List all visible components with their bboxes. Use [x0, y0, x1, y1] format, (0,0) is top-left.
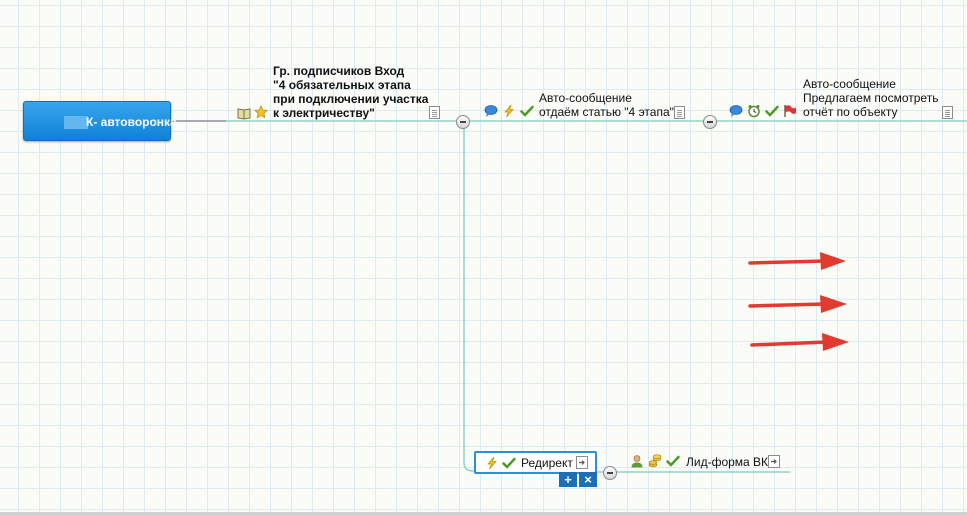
- lightning-icon: [504, 104, 514, 118]
- node-redirect[interactable]: Редирект: [474, 451, 597, 474]
- red-arrow: [750, 333, 849, 351]
- coins-icon: [648, 454, 662, 468]
- checkmark-icon: [666, 455, 680, 467]
- note-icon[interactable]: [674, 106, 685, 119]
- note-icon[interactable]: [942, 106, 953, 119]
- link-icon[interactable]: [768, 455, 780, 468]
- speech-bubble-icon: [729, 105, 743, 117]
- mindmap-canvas[interactable]: К- автоворонка Гр. подписчиков Вход "4 о…: [0, 0, 967, 515]
- subscribers-line-3: при подключении участка: [273, 92, 429, 106]
- user-icon: [631, 455, 643, 468]
- collapse-toggle-message1[interactable]: [703, 115, 717, 129]
- subscribers-line-1: Гр. подписчиков Вход: [273, 64, 405, 78]
- leadform-label: Лид-форма ВК: [686, 455, 769, 469]
- alarm-clock-icon: [748, 105, 760, 118]
- message2-line-3: отчёт по объекту: [803, 105, 898, 119]
- red-arrow: [748, 295, 847, 313]
- red-arrow: [748, 252, 846, 270]
- message1-line-2: отдаём статью "4 этапа": [539, 105, 674, 119]
- redirect-label: Редирект: [521, 456, 573, 470]
- message1-line-1: Авто-сообщение: [539, 91, 632, 105]
- flag-icon: [784, 105, 796, 117]
- note-icon[interactable]: [429, 106, 440, 119]
- root-node[interactable]: К- автоворонка: [23, 101, 177, 141]
- subscribers-line-2: "4 обязательных этапа: [273, 78, 411, 92]
- blurred-region: [64, 116, 88, 129]
- vertical-branch: [463, 128, 475, 472]
- link-icon[interactable]: [576, 456, 588, 469]
- subscribers-line-4: к электричеству": [273, 106, 375, 120]
- star-icon: [254, 105, 268, 119]
- checkmark-icon: [765, 105, 779, 117]
- add-child-button[interactable]: +: [559, 472, 577, 487]
- delete-node-button[interactable]: ×: [579, 472, 597, 487]
- root-node-label: К- автоворонка: [86, 115, 177, 129]
- message2-line-1: Авто-сообщение: [803, 77, 896, 91]
- collapse-toggle-redirect[interactable]: [603, 466, 617, 480]
- message2-line-2: Предлагаем посмотреть: [803, 91, 939, 105]
- collapse-toggle-subscribers[interactable]: [456, 115, 470, 129]
- checkmark-icon: [502, 457, 516, 469]
- checkmark-icon: [520, 105, 534, 117]
- book-icon: [237, 108, 251, 120]
- lightning-icon: [487, 456, 497, 470]
- speech-bubble-icon: [484, 105, 498, 117]
